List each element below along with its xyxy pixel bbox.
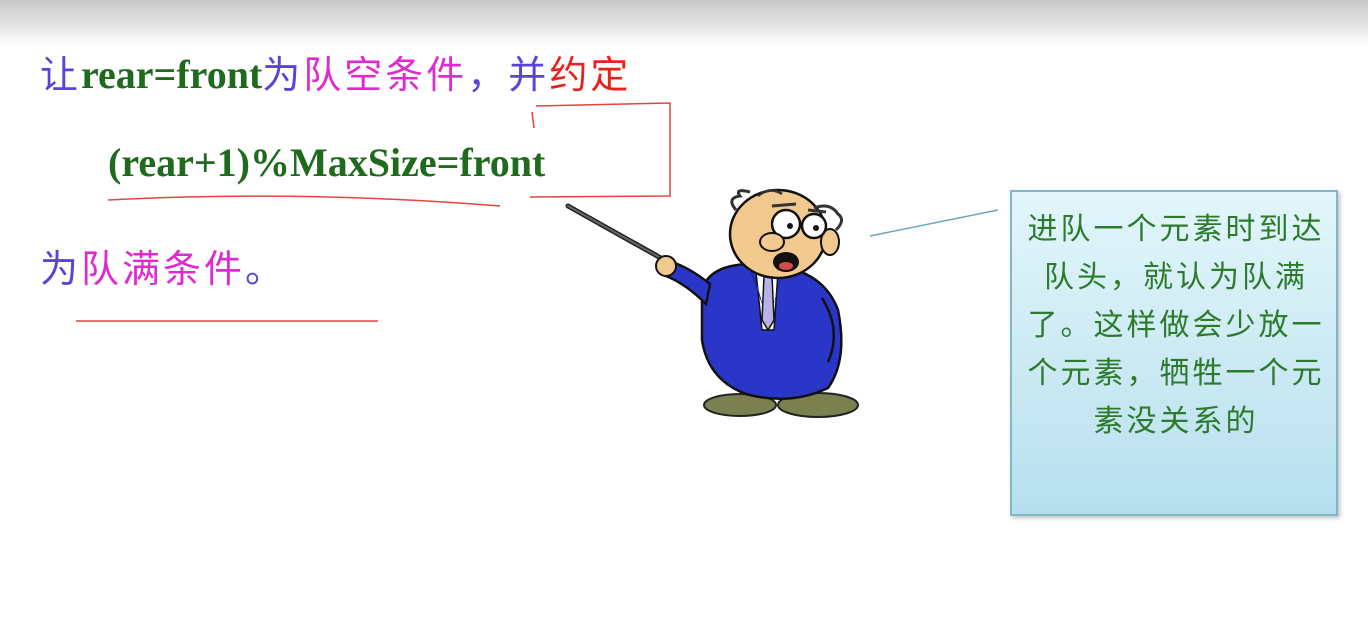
front-box-left-mark <box>531 111 535 129</box>
formula-underline <box>107 195 501 207</box>
teacher-cartoon <box>565 188 859 418</box>
callout-box: 进队一个元素时到达队头，就认为队满了。这样做会少放一个元素，牺牲一个元素没关系的 <box>1010 190 1338 516</box>
callout-text: 进队一个元素时到达队头，就认为队满了。这样做会少放一个元素，牺牲一个元素没关系的 <box>1027 212 1325 439</box>
callout-pointer-line <box>869 209 999 237</box>
